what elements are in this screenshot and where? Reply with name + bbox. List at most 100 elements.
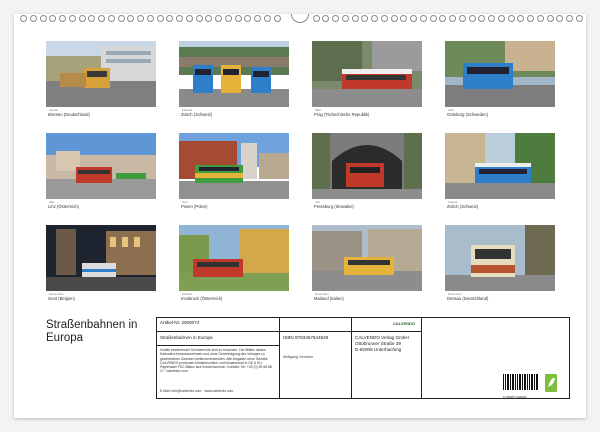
photo-caption: Pressburg (Slowakei) (314, 204, 354, 209)
binding-ring (88, 15, 96, 22)
binding-ring (146, 15, 154, 22)
photo-caption: Bremen (Deutschland) (48, 112, 90, 117)
article-number: Artikel-Nr. 2009074 (160, 320, 200, 325)
binding-ring (488, 15, 495, 22)
binding-ring (507, 15, 515, 22)
binding-ring (497, 15, 505, 22)
tram-photo (445, 133, 555, 199)
divider (157, 345, 279, 346)
binding-ring (351, 15, 359, 22)
binding-ring (575, 15, 583, 22)
binding-ring (156, 15, 164, 22)
binding-ring (556, 15, 564, 22)
binding-ring (429, 15, 437, 22)
photo-caption: Dessau (Deutschland) (447, 296, 489, 301)
barcode-bars (503, 374, 538, 390)
binding-ring (390, 15, 398, 22)
binding-ring (59, 15, 66, 22)
binding-ring (107, 15, 115, 22)
binding-ring (341, 15, 349, 22)
binding-ring (234, 15, 242, 22)
divider (351, 318, 352, 398)
month-tile-april: April Göteborg (Schweden) (445, 41, 555, 121)
binding-ring (322, 15, 330, 22)
publisher-street: Ottobrunner Straße 39 (355, 341, 401, 346)
tram-photo (312, 225, 422, 291)
calendar-subtitle: Straßenbahnen in Europa (160, 335, 213, 340)
binding-ring (332, 15, 339, 22)
month-tile-october: Oktober Innsbruck (Österreich) (179, 225, 289, 305)
binding-ring (185, 15, 193, 22)
month-tile-august: August Zürich (Schweiz) (445, 133, 555, 213)
binding-ring (205, 15, 213, 22)
calendar-sheet: Januar Bremen (Deutschland) Februar Züri… (14, 14, 586, 418)
tram-photo (179, 225, 289, 291)
binding-ring (400, 15, 408, 22)
binding-ring (78, 15, 86, 22)
binding-ring (458, 15, 466, 22)
barcode: 9 783457 944929 (503, 374, 539, 399)
binding-ring (29, 15, 37, 22)
binding-ring (176, 15, 183, 22)
binding-ring (127, 15, 135, 22)
binding-ring (468, 15, 476, 22)
photo-caption: Göteborg (Schweden) (447, 112, 488, 117)
binding-ring (263, 15, 271, 22)
month-tile-july: Juli Pressburg (Slowakei) (312, 133, 422, 213)
isbn: ISBN 9783457944929 (283, 335, 329, 340)
photo-caption: Innsbruck (Österreich) (181, 296, 223, 301)
binding-ring (312, 15, 320, 22)
photo-caption: Prag (Tschechische Republik) (314, 112, 370, 117)
month-tile-september: September Gent (Belgien) (46, 225, 156, 305)
tram-photo (445, 225, 555, 291)
barcode-digits: 9 783457 944929 (503, 395, 527, 399)
binding-ring (49, 15, 57, 22)
tram-photo (179, 133, 289, 199)
eco-label-icon (545, 374, 557, 392)
month-tile-november: November Mailand (Italien) (312, 225, 422, 305)
tram-photo (179, 41, 289, 107)
binding-ring (254, 15, 261, 22)
binding-ring (273, 15, 281, 22)
photo-grid: Januar Bremen (Deutschland) Februar Züri… (46, 41, 556, 303)
photo-caption: Zürich (Schweiz) (447, 204, 479, 209)
binding-ring (20, 15, 27, 22)
binding-ring (371, 15, 378, 22)
binding-ring (195, 15, 203, 22)
binding-ring (68, 15, 76, 22)
month-tile-march: März Prag (Tschechische Republik) (312, 41, 422, 121)
binding-ring (380, 15, 388, 22)
binding-ring (478, 15, 486, 22)
binding-ring (166, 15, 174, 22)
author-name: Wolfgang Gerstner (283, 355, 314, 359)
binding-ring (244, 15, 252, 22)
photo-caption: Linz (Österreich) (48, 204, 79, 209)
month-tile-may: Mai Linz (Österreich) (46, 133, 156, 213)
binding-ring (527, 15, 534, 22)
month-tile-january: Januar Bremen (Deutschland) (46, 41, 156, 121)
binding-ring (517, 15, 525, 22)
title-line-2: Europa (46, 332, 84, 344)
binding-ring (98, 15, 105, 22)
binding-ring (536, 15, 544, 22)
binding-ring (361, 15, 369, 22)
binding-ring (215, 15, 222, 22)
tram-photo (312, 133, 422, 199)
binding-ring (224, 15, 232, 22)
publisher-info-box: Artikel-Nr. 2009074 CALVENDO Straßenbahn… (156, 317, 570, 399)
photo-caption: Posen (Polen) (181, 204, 208, 209)
calendar-title: Straßenbahnen in Europa (46, 319, 166, 345)
legal-text: Inhalte bestehender Schutzrechte sind zu… (160, 348, 272, 374)
photo-caption: Mailand (Italien) (314, 296, 344, 301)
contact-email: E-Mail: info@calvendo.com · www.calvendo… (160, 389, 234, 393)
binding-ring (419, 15, 427, 22)
publisher-city: D-82008 Unterhaching (355, 347, 402, 352)
tram-photo (46, 133, 156, 199)
binding-ring (449, 15, 456, 22)
publisher-logo: CALVENDO (392, 321, 416, 326)
divider (421, 318, 422, 398)
tram-photo (46, 41, 156, 107)
binding-ring (117, 15, 125, 22)
photo-caption: Gent (Belgien) (48, 296, 75, 301)
binding-ring (566, 15, 573, 22)
